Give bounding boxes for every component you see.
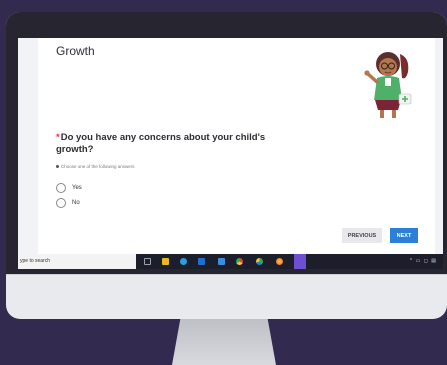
hint-label: Choose one of the following answers (61, 164, 135, 169)
option-no-label: No (72, 200, 80, 206)
info-dot-icon (56, 165, 59, 169)
taskbar: ype to search ^ ▭ ◻ ▤ (18, 254, 443, 269)
system-tray[interactable]: ^ ▭ ◻ ▤ (410, 258, 437, 264)
edge-icon[interactable] (180, 258, 187, 265)
app-icon[interactable] (294, 254, 306, 269)
required-mark: * (56, 132, 60, 143)
monitor: Growth *Do you have any concerns about y… (6, 12, 447, 319)
question-text: *Do you have any concerns about your chi… (56, 132, 286, 156)
firefox-icon[interactable] (276, 258, 283, 265)
hint-text: Choose one of the following answers (56, 164, 135, 169)
mail-icon[interactable] (198, 258, 205, 265)
monitor-chin (6, 274, 447, 275)
radio-no[interactable] (56, 198, 66, 208)
previous-button[interactable]: PREVIOUS (342, 228, 382, 243)
taskbar-search-text: ype to search (20, 258, 51, 264)
section-title: Growth (56, 44, 95, 58)
option-yes[interactable]: Yes (56, 183, 82, 193)
form-card: Growth *Do you have any concerns about y… (38, 38, 435, 254)
monitor-stand (172, 319, 276, 365)
task-view-icon[interactable] (144, 258, 151, 265)
option-yes-label: Yes (72, 185, 82, 191)
option-no[interactable]: No (56, 198, 80, 208)
screen: Growth *Do you have any concerns about y… (18, 38, 443, 269)
file-explorer-icon[interactable] (162, 258, 169, 265)
chrome-alt-icon[interactable] (256, 258, 263, 265)
taskbar-search[interactable]: ype to search (18, 254, 136, 269)
question-label: Do you have any concerns about your chil… (56, 132, 266, 155)
nurse-illustration (364, 52, 412, 118)
next-button[interactable]: NEXT (390, 228, 418, 243)
store-icon[interactable] (218, 258, 225, 265)
chrome-icon[interactable] (236, 258, 243, 265)
radio-yes[interactable] (56, 183, 66, 193)
